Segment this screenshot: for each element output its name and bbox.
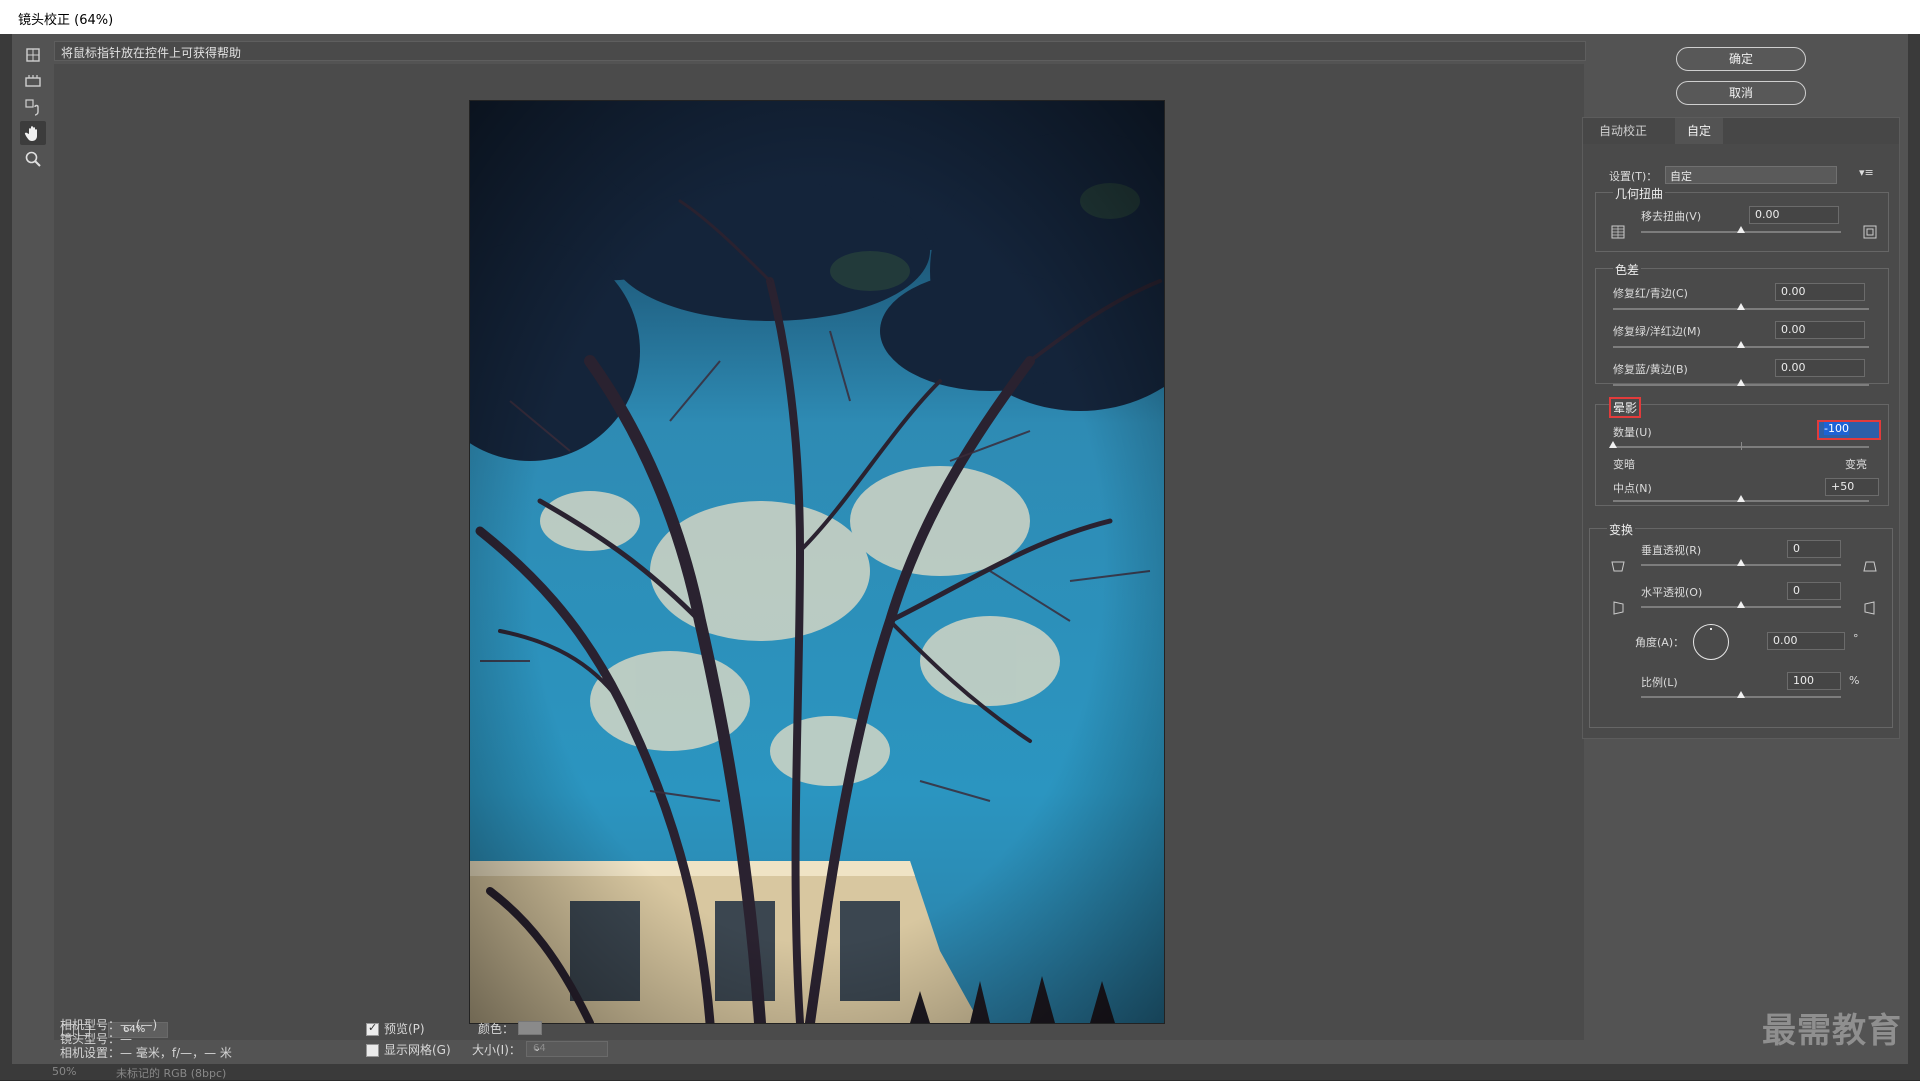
preview-canvas[interactable]: 64% ⌄ bbox=[54, 64, 1584, 1040]
midpoint-label: 中点(N) bbox=[1613, 482, 1652, 495]
ok-button[interactable]: 确定 bbox=[1676, 47, 1806, 71]
tab-custom[interactable]: 自定 bbox=[1675, 118, 1724, 144]
red-cyan-label: 修复红/青边(C) bbox=[1613, 287, 1688, 300]
blue-yellow-thumb[interactable] bbox=[1737, 379, 1745, 386]
red-cyan-thumb[interactable] bbox=[1737, 303, 1745, 310]
lighten-label: 变亮 bbox=[1845, 458, 1867, 471]
window-title: 镜头校正 (64%) bbox=[18, 13, 114, 28]
panel-menu-icon[interactable]: ▾≡ bbox=[1859, 166, 1874, 179]
vertical-perspective-thumb[interactable] bbox=[1737, 559, 1745, 566]
host-status-bar: 50% 未标记的 RGB (8bpc) bbox=[0, 1064, 1920, 1080]
grid-color-label: 颜色： bbox=[478, 1022, 515, 1036]
grid-color-swatch[interactable] bbox=[518, 1021, 542, 1035]
midpoint-thumb[interactable] bbox=[1737, 495, 1745, 502]
scale-unit: % bbox=[1849, 674, 1860, 687]
pincushion-icon bbox=[1611, 224, 1625, 239]
vertical-perspective-input[interactable]: 0 bbox=[1787, 540, 1841, 558]
vignette-amount-thumb[interactable] bbox=[1609, 441, 1617, 448]
tool-column bbox=[12, 34, 54, 1064]
angle-input[interactable]: 0.00 bbox=[1767, 632, 1845, 650]
vertical-perspective-left-icon bbox=[1611, 558, 1625, 572]
camera-info: 相机型号：— (—) 镜头型号：— 相机设置：— 毫米，f/—，— 米 bbox=[60, 1018, 232, 1060]
settings-label: 设置(T)： bbox=[1609, 170, 1658, 183]
show-grid-label: 显示网格(G) bbox=[384, 1043, 451, 1057]
tab-auto-correction[interactable]: 自动校正 bbox=[1587, 118, 1659, 144]
vertical-perspective-right-icon bbox=[1863, 558, 1877, 572]
green-magenta-thumb[interactable] bbox=[1737, 341, 1745, 348]
lens-correction-dialog: 将鼠标指针放在控件上可获得帮助 64% ⌄ 相机型号：— (—) 镜头型号：— … bbox=[12, 34, 1908, 1064]
horizontal-perspective-thumb[interactable] bbox=[1737, 601, 1745, 608]
watermark-logo: 最需教育 bbox=[1762, 1011, 1902, 1051]
geometric-distortion-title: 几何扭曲 bbox=[1613, 185, 1666, 202]
blue-yellow-input[interactable]: 0.00 bbox=[1775, 359, 1865, 377]
chromatic-aberration-title: 色差 bbox=[1613, 261, 1642, 278]
scale-label: 比例(L) bbox=[1641, 676, 1678, 689]
scale-thumb[interactable] bbox=[1737, 691, 1745, 698]
darken-label: 变暗 bbox=[1613, 458, 1635, 471]
correction-panel: 自动校正 自定 设置(T)： 自定 ⌄ ▾≡ 几何扭曲 移去扭曲(V) 0.00… bbox=[1582, 117, 1900, 739]
transform-group bbox=[1589, 528, 1893, 728]
angle-value: 0.00 bbox=[1773, 634, 1798, 647]
preview-checkbox[interactable] bbox=[366, 1021, 379, 1036]
help-hint-text: 将鼠标指针放在控件上可获得帮助 bbox=[61, 46, 242, 60]
remove-distortion-tool-icon[interactable] bbox=[20, 43, 46, 67]
help-hint-bar: 将鼠标指针放在控件上可获得帮助 bbox=[54, 41, 1586, 61]
settings-select[interactable]: 自定 ⌄ bbox=[1665, 166, 1837, 184]
vignette-amount-center-tick bbox=[1741, 442, 1742, 450]
vertical-perspective-value: 0 bbox=[1793, 542, 1800, 555]
grid-size-select[interactable]: 64 ⌄ bbox=[526, 1041, 608, 1057]
show-grid-checkbox[interactable] bbox=[366, 1044, 379, 1057]
horizontal-perspective-value: 0 bbox=[1793, 584, 1800, 597]
barrel-icon bbox=[1863, 224, 1877, 239]
hand-tool-icon[interactable] bbox=[20, 121, 46, 145]
vignette-amount-value: -100 bbox=[1824, 422, 1849, 435]
midpoint-input[interactable]: +50 bbox=[1825, 478, 1879, 496]
preview-image bbox=[469, 100, 1165, 1024]
remove-distortion-thumb[interactable] bbox=[1737, 226, 1745, 233]
remove-distortion-value: 0.00 bbox=[1755, 208, 1780, 221]
vignette-amount-label: 数量(U) bbox=[1613, 426, 1652, 439]
preview-label: 预览(P) bbox=[384, 1022, 425, 1036]
chevron-down-icon: ⌄ bbox=[533, 1043, 542, 1054]
cancel-button[interactable]: 取消 bbox=[1676, 81, 1806, 105]
green-magenta-label: 修复绿/洋红边(M) bbox=[1613, 325, 1701, 338]
move-grid-tool-icon[interactable] bbox=[20, 95, 46, 119]
window-titlebar: 镜头校正 (64%) bbox=[0, 0, 1920, 34]
red-cyan-input[interactable]: 0.00 bbox=[1775, 283, 1865, 301]
horizontal-perspective-input[interactable]: 0 bbox=[1787, 582, 1841, 600]
red-cyan-value: 0.00 bbox=[1781, 285, 1806, 298]
vignette-title: 晕影 bbox=[1608, 397, 1642, 418]
angle-label: 角度(A)： bbox=[1635, 636, 1685, 649]
straighten-tool-icon[interactable] bbox=[20, 69, 46, 93]
green-magenta-input[interactable]: 0.00 bbox=[1775, 321, 1865, 339]
camera-settings-text: 相机设置：— 毫米，f/—，— 米 bbox=[60, 1046, 232, 1060]
remove-distortion-input[interactable]: 0.00 bbox=[1749, 206, 1839, 224]
midpoint-value: +50 bbox=[1831, 480, 1855, 493]
blue-yellow-value: 0.00 bbox=[1781, 361, 1806, 374]
panel-tabs: 自动校正 自定 bbox=[1583, 118, 1899, 144]
transform-title: 变换 bbox=[1607, 521, 1636, 538]
remove-distortion-label: 移去扭曲(V) bbox=[1641, 210, 1702, 223]
angle-unit: ° bbox=[1853, 632, 1859, 645]
horizontal-perspective-right-icon bbox=[1863, 600, 1877, 615]
host-zoom-text: 50% bbox=[52, 1065, 77, 1078]
zoom-tool-icon[interactable] bbox=[20, 147, 46, 171]
grid-size-label: 大小(I)： bbox=[472, 1043, 521, 1057]
left-edge-strip bbox=[0, 34, 12, 1080]
horizontal-perspective-label: 水平透视(O) bbox=[1641, 586, 1703, 599]
angle-dial[interactable] bbox=[1693, 624, 1729, 660]
camera-model-text: 相机型号：— (—) bbox=[60, 1018, 158, 1032]
scale-value: 100 bbox=[1793, 674, 1814, 687]
blue-yellow-label: 修复蓝/黄边(B) bbox=[1613, 363, 1688, 376]
lens-model-text: 镜头型号：— bbox=[60, 1032, 133, 1046]
vignette-amount-input[interactable]: -100 bbox=[1817, 420, 1881, 440]
right-edge-strip bbox=[1908, 34, 1920, 1080]
chevron-down-icon: ⌄ bbox=[1670, 168, 1679, 179]
scale-input[interactable]: 100 bbox=[1787, 672, 1841, 690]
green-magenta-value: 0.00 bbox=[1781, 323, 1806, 336]
horizontal-perspective-left-icon bbox=[1611, 600, 1625, 615]
host-doc-info: 未标记的 RGB (8bpc) bbox=[116, 1067, 227, 1080]
vertical-perspective-label: 垂直透视(R) bbox=[1641, 544, 1702, 557]
